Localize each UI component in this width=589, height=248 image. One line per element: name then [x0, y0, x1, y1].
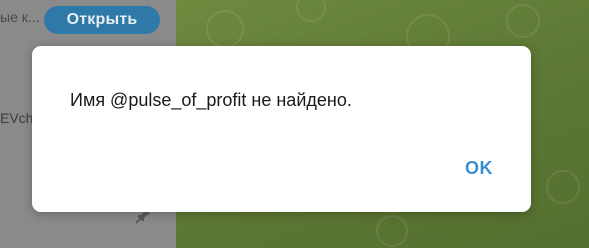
wallpaper-doodle [206, 10, 244, 48]
wallpaper-doodle [376, 215, 408, 247]
app-window: ые к... Открыть EVch Имя @pulse_of_profi… [0, 0, 589, 248]
ok-button[interactable]: OK [465, 158, 493, 179]
chat-item-preview-text: ые к... [0, 9, 40, 25]
wallpaper-doodle [506, 4, 540, 38]
chat-item-partial-text: EVch [0, 110, 34, 126]
dialog-message: Имя @pulse_of_profit не найдено. [70, 90, 352, 110]
wallpaper-doodle [296, 0, 326, 22]
wallpaper-doodle [546, 170, 580, 204]
alert-dialog: Имя @pulse_of_profit не найдено. OK [32, 46, 531, 212]
open-button[interactable]: Открыть [44, 6, 160, 34]
